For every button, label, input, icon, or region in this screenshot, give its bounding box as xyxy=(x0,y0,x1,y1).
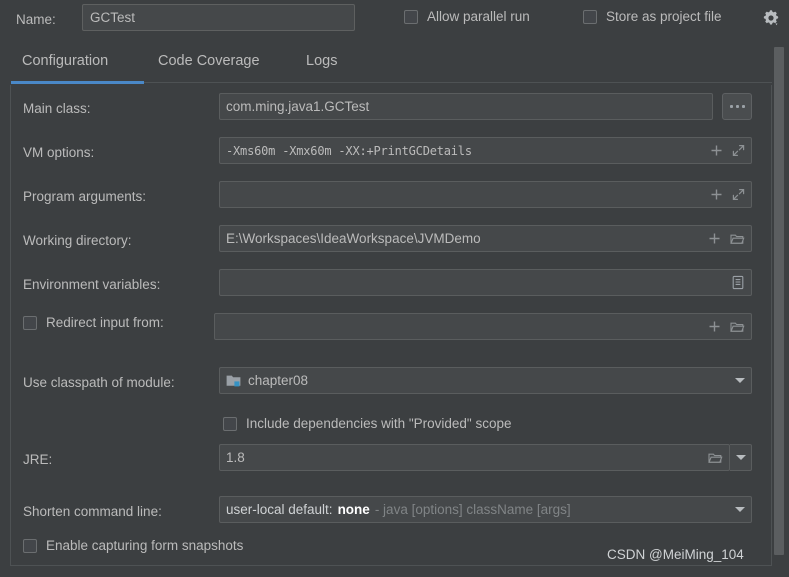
environment-variables-label: Environment variables: xyxy=(23,277,161,292)
insert-macro-plus-icon[interactable] xyxy=(708,320,721,333)
redirect-input-label: Redirect input from: xyxy=(46,315,164,330)
redirect-input-icons xyxy=(702,320,745,333)
vm-options-value: -Xms60m -Xmx60m -XX:+PrintGCDetails xyxy=(226,143,472,158)
tab-logs[interactable]: Logs xyxy=(306,53,337,69)
name-input[interactable] xyxy=(82,4,355,31)
checkbox-box[interactable] xyxy=(404,9,418,24)
allow-parallel-run-checkbox[interactable]: Allow parallel run xyxy=(404,9,530,24)
insert-macro-plus-icon[interactable] xyxy=(708,232,721,245)
folder-browse-icon[interactable] xyxy=(730,232,745,245)
shorten-bold: none xyxy=(337,502,370,517)
checkbox-box[interactable] xyxy=(23,315,37,330)
environment-variables-field[interactable] xyxy=(219,269,752,296)
program-arguments-label: Program arguments: xyxy=(23,189,147,204)
jre-value: 1.8 xyxy=(226,450,245,465)
chevron-down-icon[interactable] xyxy=(735,507,745,512)
tab-code-coverage[interactable]: Code Coverage xyxy=(158,53,260,69)
run-configuration-dialog: Name: Allow parallel run Store as projec… xyxy=(0,0,789,577)
environment-list-icon[interactable] xyxy=(731,275,745,290)
shorten-command-line-value-wrap: user-local default: none - java [options… xyxy=(226,502,729,517)
chevron-down-icon[interactable] xyxy=(735,378,745,383)
classpath-module-value: chapter08 xyxy=(248,373,309,388)
insert-macro-plus-icon[interactable] xyxy=(710,188,723,201)
shorten-primary: user-local default: xyxy=(226,502,333,517)
checkbox-box[interactable] xyxy=(223,416,237,431)
vm-options-label: VM options: xyxy=(23,145,95,160)
store-as-project-file-label: Store as project file xyxy=(606,9,722,24)
active-tab-indicator xyxy=(11,81,144,84)
enable-snapshots-checkbox[interactable]: Enable capturing form snapshots xyxy=(23,538,243,553)
include-provided-label: Include dependencies with "Provided" sco… xyxy=(246,416,512,431)
checkbox-box[interactable] xyxy=(583,9,597,24)
expand-editor-icon[interactable] xyxy=(732,144,745,157)
redirect-input-checkbox[interactable]: Redirect input from: xyxy=(23,315,164,330)
configuration-panel: Main class: com.ming.java1.GCTest VM opt… xyxy=(10,85,772,566)
vm-options-field[interactable]: -Xms60m -Xmx60m -XX:+PrintGCDetails xyxy=(219,137,752,164)
shorten-command-line-label: Shorten command line: xyxy=(23,504,162,519)
classpath-module-value-wrap: chapter08 xyxy=(226,373,729,388)
working-directory-icons xyxy=(702,232,745,245)
dot xyxy=(735,105,739,108)
enable-snapshots-label: Enable capturing form snapshots xyxy=(46,538,244,553)
name-label: Name: xyxy=(16,12,56,27)
dot xyxy=(741,105,745,108)
working-directory-label: Working directory: xyxy=(23,233,132,248)
allow-parallel-run-label: Allow parallel run xyxy=(427,9,530,24)
tab-divider xyxy=(144,82,772,83)
environment-variables-icons xyxy=(725,275,745,290)
shorten-command-line-combo[interactable]: user-local default: none - java [options… xyxy=(219,496,752,523)
expand-editor-icon[interactable] xyxy=(732,188,745,201)
checkbox-box[interactable] xyxy=(23,538,37,553)
insert-macro-plus-icon[interactable] xyxy=(710,144,723,157)
jre-label: JRE: xyxy=(23,452,53,467)
store-as-project-file-checkbox[interactable]: Store as project file xyxy=(583,9,722,24)
gear-icon[interactable] xyxy=(762,9,780,27)
working-directory-field[interactable]: E:\Workspaces\IdeaWorkspace\JVMDemo xyxy=(219,225,752,252)
vertical-scrollbar-thumb[interactable] xyxy=(774,47,784,555)
tab-configuration[interactable]: Configuration xyxy=(22,53,108,69)
tab-bar: Configuration Code Coverage Logs xyxy=(0,44,772,84)
main-class-label: Main class: xyxy=(23,101,91,116)
classpath-module-label: Use classpath of module: xyxy=(23,375,175,390)
include-provided-checkbox[interactable]: Include dependencies with "Provided" sco… xyxy=(223,416,512,431)
module-folder-icon xyxy=(226,375,241,386)
watermark: CSDN @MeiMing_104 xyxy=(607,547,744,562)
working-directory-value: E:\Workspaces\IdeaWorkspace\JVMDemo xyxy=(226,231,481,246)
jre-combo[interactable]: 1.8 xyxy=(219,444,730,471)
main-class-field[interactable]: com.ming.java1.GCTest xyxy=(219,93,713,120)
name-row: Name: Allow parallel run Store as projec… xyxy=(0,0,789,44)
redirect-input-field[interactable] xyxy=(214,313,752,340)
folder-browse-icon[interactable] xyxy=(730,320,745,333)
dot xyxy=(729,105,733,108)
main-class-value: com.ming.java1.GCTest xyxy=(226,99,370,114)
vm-options-icons xyxy=(704,144,745,157)
main-class-browse-button[interactable] xyxy=(722,93,752,120)
program-arguments-field[interactable] xyxy=(219,181,752,208)
jre-dropdown-button[interactable] xyxy=(730,444,752,471)
folder-browse-icon[interactable] xyxy=(708,451,723,464)
chevron-down-icon[interactable] xyxy=(735,455,746,460)
program-arguments-icons xyxy=(704,188,745,201)
classpath-module-combo[interactable]: chapter08 xyxy=(219,367,752,394)
shorten-hint: - java [options] className [args] xyxy=(374,502,571,517)
